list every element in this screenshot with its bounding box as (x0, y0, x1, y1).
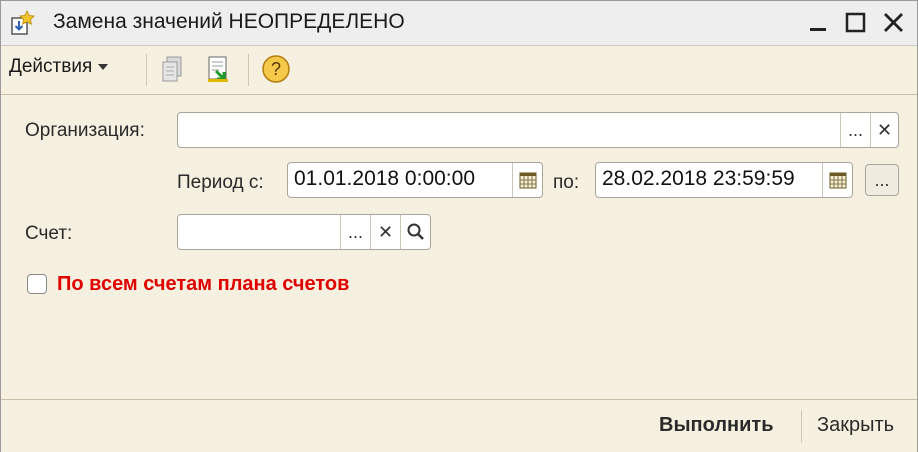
footer-separator (801, 410, 802, 442)
svg-text:?: ? (271, 59, 281, 79)
chevron-down-icon (98, 63, 109, 70)
actions-menu-button[interactable]: Действия (9, 56, 109, 84)
export-document-icon[interactable] (204, 54, 234, 84)
toolbar: Действия ? (1, 46, 917, 95)
close-window-icon[interactable] (879, 9, 909, 37)
close-button[interactable]: Закрыть (817, 414, 894, 437)
organization-select-button[interactable]: ... (840, 113, 870, 147)
account-clear-button[interactable]: ✕ (370, 215, 400, 249)
organization-clear-button[interactable]: ✕ (870, 113, 898, 147)
dialog-window: Замена значений НЕОПРЕДЕЛЕНО Действия ? … (0, 0, 918, 452)
all-accounts-checkbox[interactable] (27, 274, 47, 294)
footer-bar: Выполнить Закрыть (1, 399, 917, 452)
account-select-button[interactable]: ... (340, 215, 370, 249)
all-accounts-label: По всем счетам плана счетов (57, 273, 350, 295)
execute-button[interactable]: Выполнить (659, 414, 774, 437)
search-icon[interactable] (400, 215, 430, 249)
calendar-icon[interactable] (822, 163, 852, 197)
organization-field[interactable]: ... ✕ (177, 112, 899, 148)
window-title: Замена значений НЕОПРЕДЕЛЕНО (53, 10, 405, 33)
period-select-button[interactable]: ... (865, 164, 899, 196)
document-list-icon[interactable] (158, 54, 188, 84)
period-to-value: 28.02.2018 23:59:59 (602, 167, 795, 190)
title-bar: Замена значений НЕОПРЕДЕЛЕНО (1, 1, 917, 46)
actions-menu-label: Действия (9, 56, 93, 77)
period-to-field[interactable]: 28.02.2018 23:59:59 (595, 162, 853, 198)
period-from-value: 01.01.2018 0:00:00 (294, 167, 476, 190)
minimize-icon[interactable] (803, 9, 833, 37)
period-from-label: Период с: (177, 172, 264, 193)
period-from-field[interactable]: 01.01.2018 0:00:00 (287, 162, 543, 198)
organization-label: Организация: (25, 120, 145, 141)
toolbar-separator (248, 54, 249, 86)
account-label: Счет: (25, 223, 73, 244)
app-document-icon (9, 9, 37, 37)
toolbar-separator (146, 54, 147, 86)
help-icon[interactable]: ? (260, 54, 290, 84)
period-to-label: по: (553, 172, 580, 193)
maximize-icon[interactable] (841, 9, 871, 37)
account-field[interactable]: ... ✕ (177, 214, 431, 250)
calendar-icon[interactable] (512, 163, 542, 197)
